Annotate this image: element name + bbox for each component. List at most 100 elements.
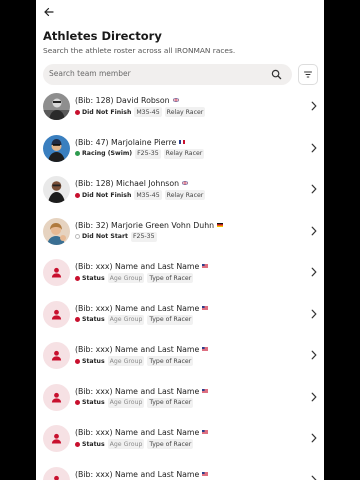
status-dot: [75, 109, 80, 115]
status-text: Status: [82, 399, 105, 406]
athlete-name: (Bib: xxx) Name and Last Name: [75, 261, 209, 271]
flag-us-icon: [202, 427, 209, 434]
racer-type-tag: Type of Racer: [147, 273, 194, 283]
chevron-right-icon: [311, 309, 317, 318]
status-dot: [75, 317, 80, 322]
chevron-right-icon: [311, 433, 317, 443]
athlete-name: (Bib: xxx) Name and Last Name: [75, 344, 209, 354]
athlete-name: (Bib: 128) David Robson: [75, 95, 179, 105]
status-text: Did Not Finish: [82, 191, 132, 199]
list-item[interactable]: (Bib: xxx) Name and Last NameStatusAge G…: [36, 294, 324, 336]
racer-type-tag: Type of Racer: [147, 439, 194, 449]
page-title: Athletes Directory: [43, 29, 162, 43]
athlete-name-text: (Bib: 128) Michael Johnson: [75, 179, 180, 188]
athlete-meta: Status Age Group Type of Racer: [75, 397, 194, 408]
flag-us-icon: [202, 303, 209, 310]
athlete-name: (Bib: xxx) Name and Last Name: [75, 469, 209, 479]
list-item[interactable]: (Bib: xxx) Name and Last Name StatusAge G…: [36, 335, 324, 377]
athlete-meta: Status Age Group Type of Racer: [75, 439, 194, 449]
athlete-name: (Bib: xxx) Name and Last Name: [75, 386, 209, 396]
flag-gb-icon: [172, 95, 179, 103]
status-text: Did Not Start: [82, 233, 128, 240]
athletes-directory-screen: Athletes Directory Search the athlete ro…: [36, 0, 324, 480]
status-dot: [75, 441, 80, 447]
age-group-tag: F25-35: [135, 148, 161, 159]
list-item[interactable]: (Bib: xxx) Name and Last Name StatusAge G…: [36, 252, 324, 294]
status-dot: [75, 192, 80, 198]
status-text: Status: [82, 357, 105, 365]
search-input[interactable]: Search team member: [49, 69, 131, 78]
chevron-right-icon: [311, 143, 317, 152]
avatar-placeholder: [43, 342, 70, 369]
athlete-name-text: (Bib: xxx) Name and Last Name: [75, 345, 200, 354]
chevron-right-icon: [311, 267, 317, 277]
status-badge: Racing (Swim): [75, 150, 132, 157]
avatar: [43, 93, 70, 120]
page-subtitle: Search the athlete roster across all IRO…: [43, 46, 236, 55]
search-field[interactable]: Search team member: [43, 64, 292, 85]
status-text: Did Not Finish: [82, 108, 132, 116]
status-text: Status: [82, 274, 105, 282]
age-group-tag: F25-35: [130, 231, 157, 242]
athlete-name: (Bib: 32) Marjorie Green Vohn Duhn: [75, 220, 224, 230]
athlete-name-text: (Bib: xxx) Name and Last Name: [75, 469, 200, 479]
person-icon: [51, 267, 62, 278]
avatar: [43, 217, 70, 245]
athlete-meta: Status Age Group Type of Racer: [75, 273, 194, 283]
flag-fr-icon: [179, 137, 186, 144]
flag-us-icon: [202, 469, 209, 476]
list-item[interactable]: (Bib: 47) Marjolaine Pierre Racing (Swim)…: [36, 128, 324, 170]
avatar: [43, 176, 70, 203]
age-group-tag: M35-45: [134, 107, 162, 117]
athlete-meta: Status Age Group Type of Racer: [75, 356, 194, 366]
avatar-placeholder: [43, 383, 70, 411]
athlete-name: (Bib: xxx) Name and Last Name: [75, 303, 209, 313]
athlete-meta: Did Not Finish M35-45 Relay Racer: [75, 107, 206, 117]
filter-button[interactable]: [298, 64, 318, 85]
chevron-right-icon: [311, 101, 317, 111]
flag-us-icon: [202, 261, 209, 268]
athlete-meta: Did Not Finish M35-45 Relay Racer: [75, 190, 206, 200]
person-icon: [51, 309, 62, 320]
list-item[interactable]: (Bib: 32) Marjorie Green Vohn Duhn Did No…: [36, 211, 324, 253]
avatar-placeholder: [43, 466, 70, 480]
age-group-tag: Age Group: [107, 273, 145, 283]
status-badge: Did Not Start: [75, 233, 128, 240]
athlete-name-text: (Bib: 47) Marjolaine Pierre: [75, 137, 177, 147]
list-item[interactable]: (Bib: 128) David Robson Did Not Finish M35…: [36, 86, 324, 128]
list-item[interactable]: (Bib: xxx) Name and Last Name StatusAge G…: [36, 418, 324, 460]
chevron-right-icon: [311, 350, 317, 360]
status-badge: Status: [75, 275, 105, 282]
athlete-name-text: (Bib: xxx) Name and Last Name: [75, 386, 200, 396]
athlete-name-text: (Bib: xxx) Name and Last Name: [75, 262, 200, 271]
racer-type-tag: Relay Racer: [164, 107, 206, 117]
flag-de-icon: [217, 220, 224, 227]
person-icon: [51, 392, 62, 403]
athlete-name-text: (Bib: xxx) Name and Last Name: [75, 428, 200, 437]
status-dot: [75, 400, 80, 405]
athlete-name: (Bib: 128) Michael Johnson: [75, 178, 189, 188]
status-badge: Did Not Finish: [75, 192, 131, 199]
athlete-name-text: (Bib: xxx) Name and Last Name: [75, 303, 200, 313]
avatar: [43, 134, 70, 162]
age-group-tag: Age Group: [107, 439, 145, 449]
chevron-right-icon: [311, 226, 317, 235]
back-button[interactable]: [42, 5, 56, 19]
age-group-tag: M35-45: [134, 190, 162, 200]
age-group-tag: Age Group: [107, 397, 145, 408]
avatar-placeholder: [43, 300, 70, 328]
chevron-right-icon: [311, 475, 317, 480]
athlete-name: (Bib: 47) Marjolaine Pierre: [75, 137, 186, 147]
filter-icon: [304, 71, 312, 77]
search-icon[interactable]: [271, 69, 282, 80]
athlete-meta: Racing (Swim) F25-35 Relay Racer: [75, 148, 205, 159]
athlete-meta: Status Age Group Type of Racer: [75, 314, 194, 325]
status-dot: [75, 358, 80, 364]
list-item[interactable]: (Bib: xxx) Name and Last NameStatusAge G…: [36, 460, 324, 480]
age-group-tag: Age Group: [107, 356, 145, 366]
person-icon: [51, 433, 62, 444]
list-item[interactable]: (Bib: xxx) Name and Last NameStatusAge G…: [36, 377, 324, 419]
avatar-placeholder: [43, 425, 70, 452]
list-item[interactable]: (Bib: 128) Michael Johnson Did Not Finish…: [36, 169, 324, 211]
racer-type-tag: Relay Racer: [164, 190, 206, 200]
